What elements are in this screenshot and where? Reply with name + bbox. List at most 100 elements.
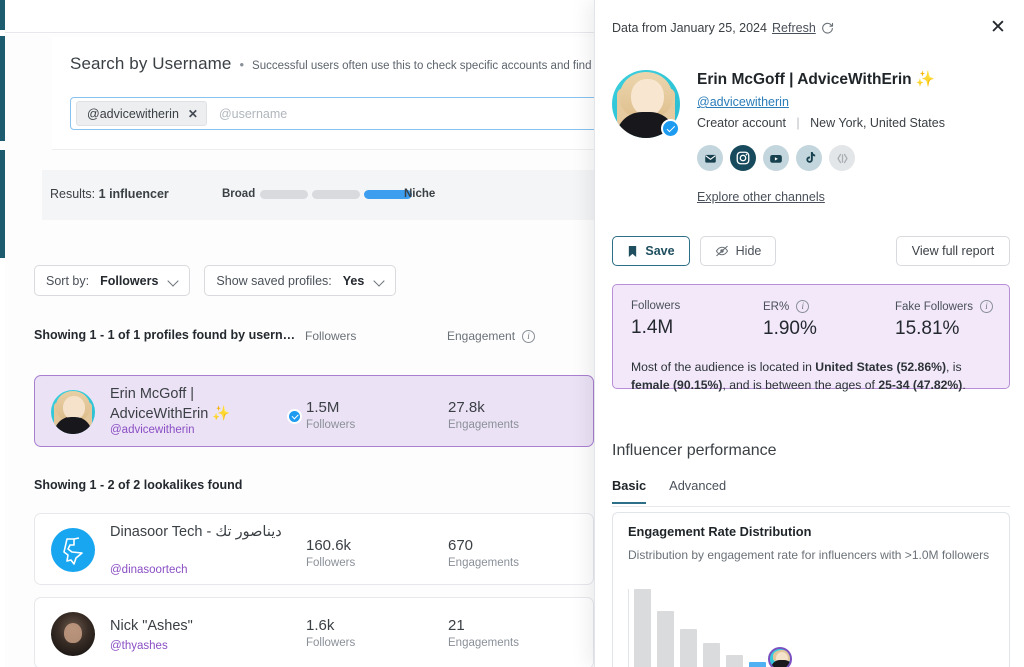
results-prefix: Results: — [50, 187, 99, 201]
stat-er: ER%i 1.90% — [745, 300, 877, 340]
hide-button[interactable]: Hide — [700, 236, 776, 266]
sort-by-prefix: Sort by: — [46, 274, 89, 288]
tab-basic[interactable]: Basic — [612, 478, 646, 504]
sort-by-value: Followers — [100, 274, 158, 288]
influencer-handle[interactable]: @thyashes — [110, 640, 168, 652]
followers-label: Followers — [306, 637, 355, 649]
engagements-label: Engagements — [448, 557, 519, 569]
app-topbar — [5, 0, 600, 33]
refresh-icon — [821, 22, 834, 35]
search-by-username-card: Search by Username • Successful users of… — [52, 37, 600, 150]
list-item[interactable]: Dinasoor Tech - ديناصور تك @dinasoortech… — [34, 513, 594, 585]
bullet-separator: • — [239, 57, 244, 72]
username-chip-label: @advicewitherin — [87, 107, 179, 121]
engagements-label: Engagements — [448, 637, 519, 649]
audience-stats-box: Followers 1.4M ER%i 1.90% Fake Followers… — [612, 284, 1010, 389]
note-country: United States (52.86%) — [815, 360, 946, 374]
email-icon[interactable] — [697, 145, 723, 171]
results-count-value: 1 influencer — [99, 187, 169, 201]
influencer-position-marker[interactable] — [768, 647, 792, 667]
chart-bar — [680, 629, 697, 667]
verified-badge-icon — [661, 119, 680, 138]
show-saved-prefix: Show saved profiles: — [216, 274, 331, 288]
account-type: Creator account — [697, 116, 786, 130]
note-gender: female (90.15%) — [631, 378, 722, 392]
influencer-performance-title: Influencer performance — [612, 442, 777, 460]
show-saved-value: Yes — [343, 274, 365, 288]
followers-metric: 160.6k Followers — [306, 537, 355, 569]
main-app-area: Search by Username • Successful users of… — [0, 0, 600, 667]
search-heading-row: Search by Username • Successful users of… — [70, 54, 600, 74]
engagements-value: 21 — [448, 617, 519, 634]
explore-other-channels-link[interactable]: Explore other channels — [697, 190, 825, 204]
refresh-label: Refresh — [772, 21, 816, 35]
y-axis-line — [628, 589, 629, 667]
influencer-handle[interactable]: @advicewitherin — [110, 424, 195, 436]
info-icon[interactable]: i — [796, 300, 809, 313]
view-full-report-label: View full report — [912, 244, 994, 258]
close-icon[interactable]: ✕ — [988, 18, 1008, 38]
followers-label: Followers — [306, 557, 355, 569]
avatar — [51, 390, 95, 434]
sort-by-dropdown[interactable]: Sort by: Followers — [34, 265, 190, 296]
stat-followers: Followers 1.4M — [613, 300, 745, 340]
save-button[interactable]: Save — [612, 236, 690, 266]
engagements-value: 670 — [448, 537, 519, 554]
influencer-handle[interactable]: @dinasoortech — [110, 564, 188, 576]
engagement-rate-distribution-card: Engagement Rate Distribution Distributio… — [612, 512, 1010, 667]
broad-label: Broad — [222, 188, 255, 200]
table-row[interactable]: Erin McGoff | AdviceWithErin ✨ @advicewi… — [34, 375, 594, 447]
influencer-name: Dinasoor Tech - ديناصور تك — [110, 523, 285, 543]
youtube-icon[interactable] — [763, 145, 789, 171]
chart-bars — [634, 589, 789, 667]
bookmark-icon — [627, 245, 638, 258]
more-channels-icon[interactable] — [829, 145, 855, 171]
engagements-label: Engagements — [448, 419, 519, 431]
followers-metric: 1.5M Followers — [306, 399, 355, 431]
stats-columns: Followers 1.4M ER%i 1.90% Fake Followers… — [613, 300, 1009, 340]
view-full-report-button[interactable]: View full report — [896, 236, 1010, 266]
chart-bar — [749, 662, 766, 667]
filters-row: Sort by: Followers Show saved profiles: … — [34, 265, 396, 296]
close-icon[interactable]: ✕ — [188, 107, 198, 121]
results-summary-bar: Results: 1 influencer Broad Niche — [42, 170, 600, 220]
influencer-name: Nick "Ashes" — [110, 617, 285, 637]
show-saved-profiles-dropdown[interactable]: Show saved profiles: Yes — [204, 265, 396, 296]
followers-value: 1.5M — [306, 399, 355, 416]
slider-segment[interactable] — [312, 190, 360, 199]
engagements-metric: 27.8k Engagements — [448, 399, 519, 431]
results-count: Results: 1 influencer — [50, 187, 169, 201]
data-timestamp: Data from January 25, 2024 — [612, 21, 767, 35]
page-title: Search by Username — [70, 54, 231, 74]
tiktok-icon[interactable] — [796, 145, 822, 171]
slider-segment[interactable] — [260, 190, 308, 199]
engagements-metric: 21 Engagements — [448, 617, 519, 649]
lookalikes-header: Showing 1 - 2 of 2 lookalikes found — [34, 478, 242, 492]
note-part-2: , is — [946, 360, 962, 374]
broad-niche-slider[interactable] — [260, 190, 412, 199]
info-icon[interactable]: i — [522, 330, 535, 343]
tab-advanced[interactable]: Advanced — [669, 478, 726, 504]
chevron-down-icon — [375, 276, 384, 285]
niche-label: Niche — [404, 188, 435, 200]
profile-handle-link[interactable]: @advicewitherin — [697, 95, 789, 109]
avatar — [51, 612, 95, 656]
engagements-value: 27.8k — [448, 399, 519, 416]
info-icon[interactable]: i — [980, 300, 993, 313]
tabs-divider — [612, 506, 1010, 507]
refresh-button[interactable]: Refresh — [772, 21, 834, 35]
followers-label: Followers — [306, 419, 355, 431]
chart-plot-area — [628, 589, 998, 667]
instagram-icon[interactable] — [730, 145, 756, 171]
note-age: 25-34 (47.82%) — [878, 378, 962, 392]
search-subtitle: Successful users often use this to check… — [252, 60, 600, 72]
note-part-1: Most of the audience is located in — [631, 360, 815, 374]
chevron-down-icon — [169, 276, 178, 285]
chart-bar — [703, 643, 720, 667]
search-input[interactable]: @advicewitherin ✕ @username — [70, 97, 600, 130]
showing-label: Showing 1 - 1 of 1 profiles found by use… — [34, 328, 295, 342]
username-chip[interactable]: @advicewitherin ✕ — [76, 101, 207, 126]
dinosaur-logo-icon — [51, 528, 95, 572]
column-header-engagement: Engagementi — [447, 329, 535, 343]
list-item[interactable]: Nick "Ashes" @thyashes 1.6k Followers 21… — [34, 597, 594, 667]
